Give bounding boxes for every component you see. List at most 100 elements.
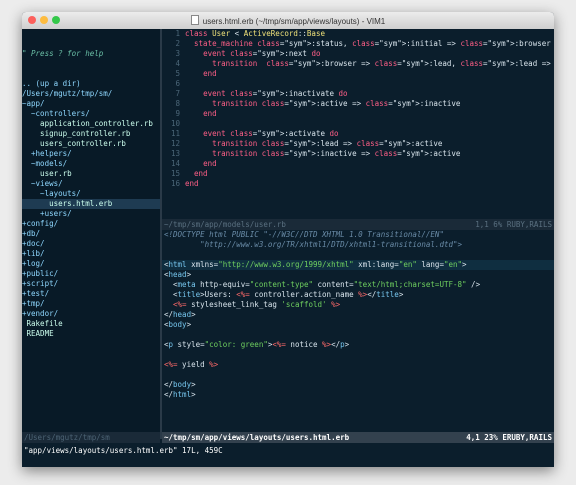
code-line[interactable]: </html>	[162, 390, 554, 400]
code-line[interactable]: 15 end	[162, 169, 554, 179]
tree-item[interactable]: +vendor/	[22, 309, 160, 319]
code-line[interactable]: <title>Users: <%= controller.action_name…	[162, 290, 554, 300]
code-line[interactable]: <%= yield %>	[162, 360, 554, 370]
tree-item[interactable]: README	[22, 329, 160, 339]
code-text: end	[203, 69, 217, 78]
code-line[interactable]: 4 transition class="sym">:browser => cla…	[162, 59, 554, 69]
line-number: 5	[175, 69, 180, 78]
top-pane-statusline: ~/tmp/sm/app/models/user.rb 1,1 6% RUBY,…	[162, 219, 554, 230]
code-line[interactable]: <head>	[162, 270, 554, 280]
line-number: 6	[175, 79, 180, 88]
code-text: <head>	[164, 270, 192, 279]
line-number: 16	[170, 179, 180, 188]
code-line[interactable]	[162, 370, 554, 380]
line-number: 1	[175, 29, 180, 38]
tree-item[interactable]: user.rb	[22, 169, 160, 179]
code-line[interactable]: 2 state_machine class="sym">:status, cla…	[162, 39, 554, 49]
code-text: <!DOCTYPE html PUBLIC "-//W3C//DTD XHTML…	[164, 230, 444, 239]
command-line[interactable]: "app/views/layouts/users.html.erb" 17L, …	[22, 443, 554, 467]
tree-item[interactable]: +users/	[22, 209, 160, 219]
code-line[interactable]: 10	[162, 119, 554, 129]
tree-item[interactable]: signup_controller.rb	[22, 129, 160, 139]
tree-item[interactable]: +log/	[22, 259, 160, 269]
code-line[interactable]: 5 end	[162, 69, 554, 79]
code-line[interactable]: </head>	[162, 310, 554, 320]
top-pane-filename: ~/tmp/sm/app/models/user.rb	[164, 220, 286, 229]
tree-item[interactable]: users.html.erb	[22, 199, 160, 209]
code-text: end	[194, 169, 208, 178]
tree-item[interactable]: /Users/mgutz/tmp/sm/	[22, 89, 160, 99]
code-text: event class="sym">:next do	[203, 49, 321, 58]
tree-item[interactable]: ~controllers/	[22, 109, 160, 119]
code-line[interactable]: </body>	[162, 380, 554, 390]
code-text: <html xmlns="http://www.w3.org/1999/xhtm…	[164, 260, 467, 269]
code-line[interactable]: 12 transition class="sym">:lead => class…	[162, 139, 554, 149]
line-number: 11	[170, 129, 180, 138]
line-number: 14	[170, 159, 180, 168]
tree-item[interactable]: +doc/	[22, 239, 160, 249]
code-text: <title>Users: <%= controller.action_name…	[164, 290, 404, 299]
window-title: users.html.erb (~/tmp/sm/app/views/layou…	[202, 17, 386, 26]
code-line[interactable]: "http://www.w3.org/TR/xhtml1/DTD/xhtml1-…	[162, 240, 554, 250]
tree-item[interactable]: users_controller.rb	[22, 139, 160, 149]
code-line[interactable]	[162, 330, 554, 340]
ruby-editor-pane[interactable]: 1 class User < ActiveRecord::Base 2 state_…	[162, 29, 554, 219]
tree-item[interactable]: application_controller.rb	[22, 119, 160, 129]
code-line[interactable]: 8 transition class="sym">:active => clas…	[162, 99, 554, 109]
code-line[interactable]: <body>	[162, 320, 554, 330]
title-bar: users.html.erb (~/tmp/sm/app/views/layou…	[22, 12, 554, 30]
top-pane-position: 1,1 6% RUBY,RAILS	[475, 220, 552, 229]
line-number: 10	[170, 119, 180, 128]
tree-item[interactable]: +lib/	[22, 249, 160, 259]
code-line[interactable]: <html xmlns="http://www.w3.org/1999/xhtm…	[162, 260, 554, 270]
code-line[interactable]: <p style="color: green"><%= notice %></p…	[162, 340, 554, 350]
code-line[interactable]	[162, 250, 554, 260]
code-line[interactable]	[162, 350, 554, 360]
tree-item[interactable]: ~views/	[22, 179, 160, 189]
tree-item[interactable]: Rakefile	[22, 319, 160, 329]
code-line[interactable]: 16 end	[162, 179, 554, 189]
tree-item[interactable]: ~app/	[22, 99, 160, 109]
code-line[interactable]: 13 transition class="sym">:inactive => c…	[162, 149, 554, 159]
code-text: <%= stylesheet_link_tag 'scaffold' %>	[173, 300, 341, 309]
tree-item[interactable]: +tmp/	[22, 299, 160, 309]
code-line[interactable]: <%= stylesheet_link_tag 'scaffold' %>	[162, 300, 554, 310]
code-line[interactable]: 3 event class="sym">:next do	[162, 49, 554, 59]
vim-window: users.html.erb (~/tmp/sm/app/views/layou…	[22, 12, 554, 467]
line-number: 8	[175, 99, 180, 108]
code-line[interactable]: 6	[162, 79, 554, 89]
code-line[interactable]: 7 event class="sym">:inactivate do	[162, 89, 554, 99]
tree-item[interactable]: .. (up a dir)	[22, 79, 160, 89]
nerdtree-pane[interactable]: " Press ? for help .. (up a dir)/Users/m…	[22, 29, 160, 439]
code-line[interactable]: <!DOCTYPE html PUBLIC "-//W3C//DTD XHTML…	[162, 230, 554, 240]
code-line[interactable]: <meta http-equiv="content-type" content=…	[162, 280, 554, 290]
code-text: transition class="sym">:browser => class…	[212, 59, 554, 68]
active-pane-position: 4,1 23% ERUBY,RAILS	[466, 433, 552, 442]
tree-item[interactable]: ~layouts/	[22, 189, 160, 199]
tree-item[interactable]: +public/	[22, 269, 160, 279]
line-number: 3	[175, 49, 180, 58]
tree-item[interactable]: +helpers/	[22, 149, 160, 159]
code-line[interactable]: 14 end	[162, 159, 554, 169]
erb-editor-pane[interactable]: <!DOCTYPE html PUBLIC "-//W3C//DTD XHTML…	[162, 230, 554, 430]
code-line[interactable]: 11 event class="sym">:activate do	[162, 129, 554, 139]
code-text: class User < ActiveRecord::Base	[185, 29, 325, 38]
tree-item[interactable]: ~models/	[22, 159, 160, 169]
code-line[interactable]: 1 class User < ActiveRecord::Base	[162, 29, 554, 39]
code-text: transition class="sym">:lead => class="s…	[212, 139, 443, 148]
tree-item[interactable]: +db/	[22, 229, 160, 239]
code-text: event class="sym">:inactivate do	[203, 89, 348, 98]
code-text: end	[203, 109, 217, 118]
help-hint: " Press ? for help	[22, 49, 104, 58]
code-line[interactable]: 9 end	[162, 109, 554, 119]
line-number: 15	[170, 169, 180, 178]
tree-item[interactable]: +config/	[22, 219, 160, 229]
tree-item[interactable]: +script/	[22, 279, 160, 289]
code-text: event class="sym">:activate do	[203, 129, 339, 138]
code-text: end	[185, 179, 199, 188]
tree-item[interactable]: +test/	[22, 289, 160, 299]
line-number: 4	[175, 59, 180, 68]
